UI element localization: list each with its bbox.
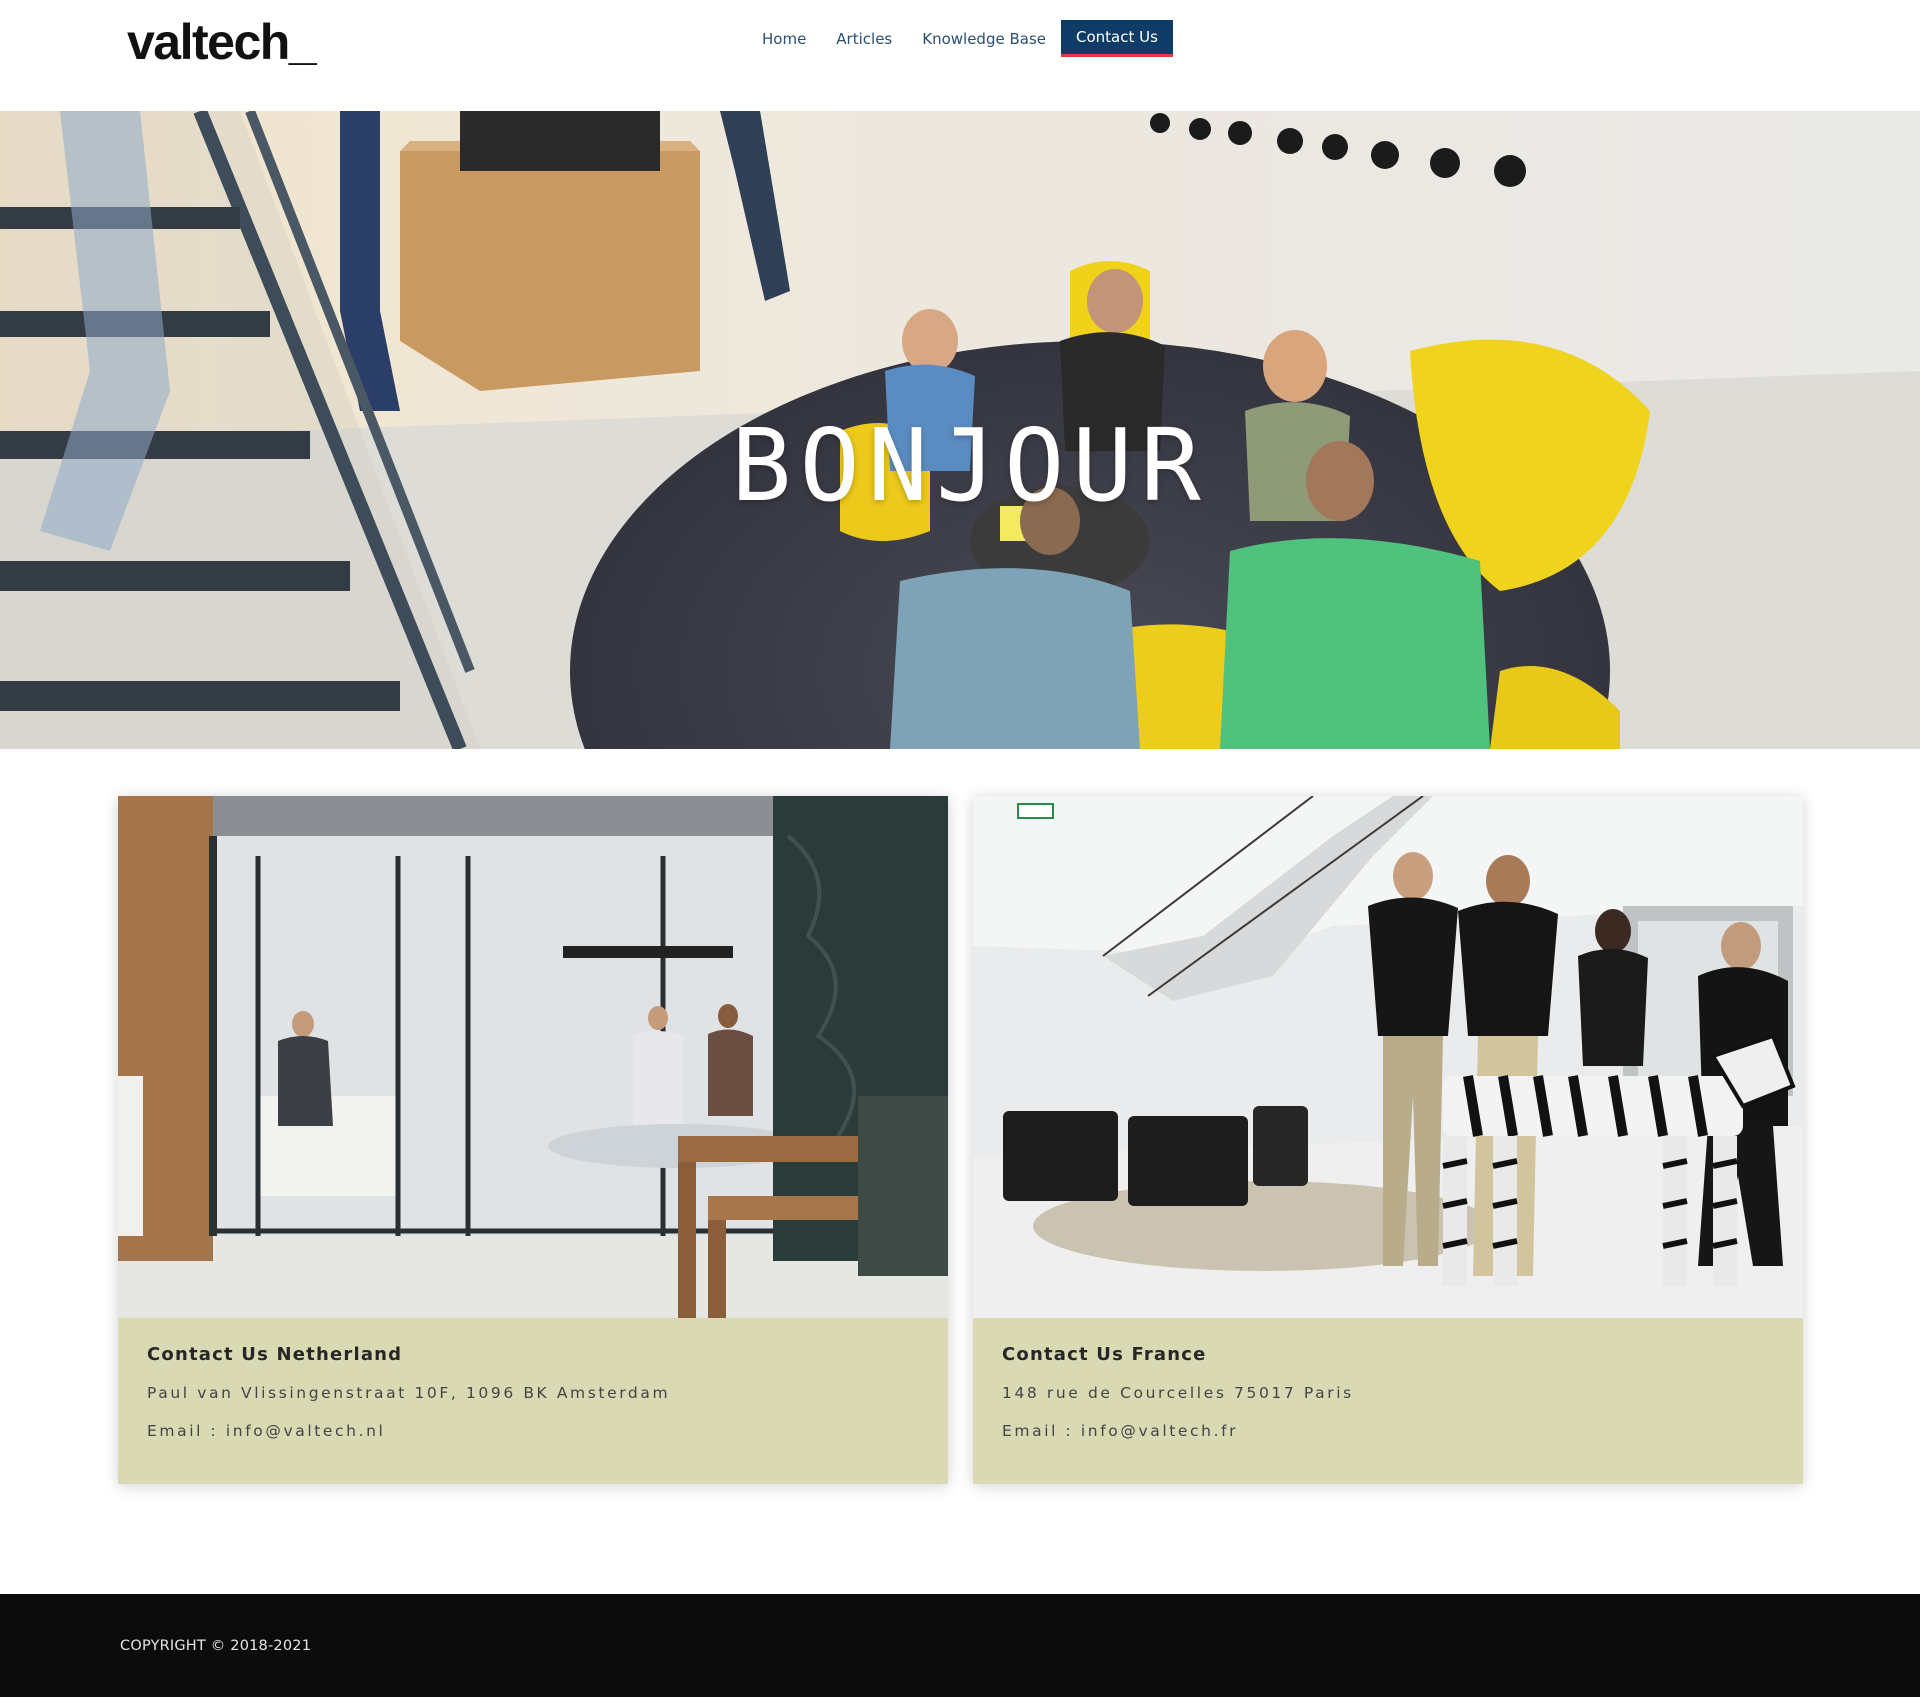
site-header: valtech_ Home Articles Knowledge Base Co… (0, 0, 1920, 111)
hero-title: BONJOUR (731, 407, 1209, 524)
copyright-text: COPYRIGHT © 2018-2021 (120, 1638, 312, 1654)
contact-title: Contact Us Netherland (147, 1344, 403, 1365)
card-body: Contact Us Netherland Paul van Vlissinge… (118, 1318, 948, 1484)
site-footer: COPYRIGHT © 2018-2021 (0, 1594, 1920, 1697)
contact-card-netherland: Contact Us Netherland Paul van Vlissinge… (118, 796, 948, 1484)
nav-articles[interactable]: Articles (821, 20, 907, 57)
contact-email[interactable]: Email : info@valtech.nl (147, 1422, 385, 1440)
nav-contact-us[interactable]: Contact Us (1060, 20, 1173, 57)
contact-title: Contact Us France (1002, 1344, 1207, 1365)
paris-office-photo (973, 796, 1803, 1318)
contact-address: Paul van Vlissingenstraat 10F, 1096 BK A… (147, 1384, 671, 1402)
valtech-logo[interactable]: valtech_ (127, 12, 317, 72)
hero-banner: BONJOUR (0, 111, 1920, 749)
main-nav: Home Articles Knowledge Base Contact Us (747, 20, 1173, 57)
card-body: Contact Us France 148 rue de Courcelles … (973, 1318, 1803, 1484)
contact-address: 148 rue de Courcelles 75017 Paris (1002, 1384, 1354, 1402)
amsterdam-office-photo (118, 796, 948, 1318)
contact-email[interactable]: Email : info@valtech.fr (1002, 1422, 1238, 1440)
contact-card-france: Contact Us France 148 rue de Courcelles … (973, 796, 1803, 1484)
nav-knowledge-base[interactable]: Knowledge Base (907, 20, 1061, 57)
nav-home[interactable]: Home (747, 20, 821, 57)
